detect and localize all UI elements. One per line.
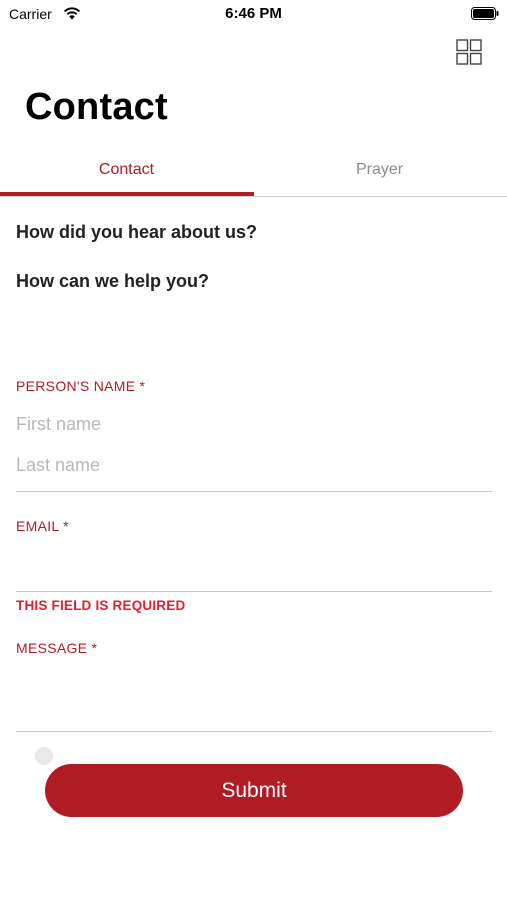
tab-bar: Contact Prayer <box>0 152 507 197</box>
tab-contact[interactable]: Contact <box>0 152 253 196</box>
name-label: PERSON'S NAME * <box>16 378 146 394</box>
submit-button[interactable]: Submit <box>45 764 463 817</box>
battery-icon <box>471 7 499 20</box>
last-name-field[interactable]: Last name <box>16 455 100 476</box>
message-field-underline[interactable] <box>16 731 492 732</box>
first-name-field[interactable]: First name <box>16 414 101 435</box>
faded-indicator-dot <box>35 747 53 765</box>
tab-prayer[interactable]: Prayer <box>253 152 506 196</box>
email-label: EMAIL * <box>16 518 69 534</box>
message-label: MESSAGE * <box>16 640 98 656</box>
tab-active-indicator <box>0 192 254 196</box>
grid-icon[interactable] <box>456 39 482 65</box>
page-title: Contact <box>25 86 168 128</box>
clock: 6:46 PM <box>225 5 282 22</box>
email-field-underline[interactable] <box>16 591 492 592</box>
question-hear-about-us[interactable]: How did you hear about us? <box>16 222 257 243</box>
email-error-text: THIS FIELD IS REQUIRED <box>16 598 186 613</box>
question-how-help[interactable]: How can we help you? <box>16 271 209 292</box>
status-bar: Carrier 6:46 PM <box>0 0 507 28</box>
name-divider <box>16 491 492 492</box>
